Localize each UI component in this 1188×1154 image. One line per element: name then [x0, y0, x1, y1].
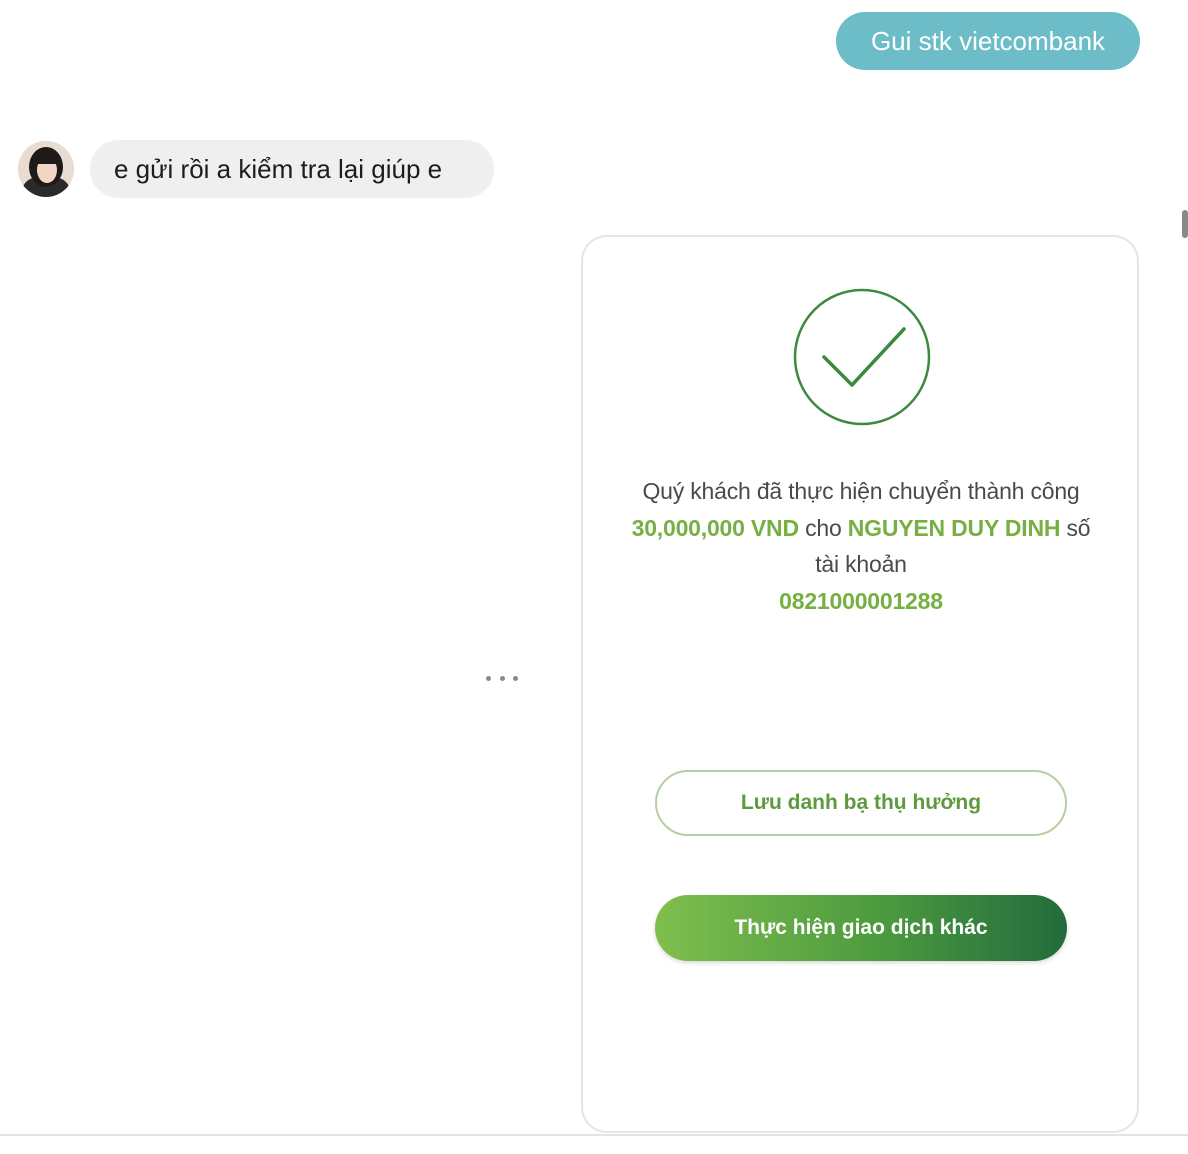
divider — [0, 1134, 1188, 1136]
sent-message-bubble[interactable]: Gui stk vietcombank — [836, 12, 1140, 70]
avatar-image — [18, 141, 74, 197]
save-contact-button: Lưu danh bạ thụ hưởng — [655, 770, 1067, 836]
dot — [499, 675, 505, 681]
transfer-success-message: Quý khách đã thực hiện chuyển thành công… — [623, 473, 1099, 619]
new-transaction-button: Thực hiện giao dịch khác — [655, 895, 1067, 961]
check-circle-icon — [793, 288, 931, 426]
transfer-screenshot-image[interactable]: Quý khách đã thực hiện chuyển thành công… — [581, 235, 1139, 1133]
recipient-name: NGUYEN DUY DINH — [847, 514, 1061, 541]
sender-avatar[interactable] — [18, 141, 74, 197]
message-text: cho — [798, 514, 848, 541]
scrollbar-thumb[interactable] — [1182, 210, 1188, 238]
received-message-bubble[interactable]: e gửi rồi a kiểm tra lại giúp e — [90, 140, 494, 198]
message-text: Quý khách đã thực hiện chuyển thành công — [642, 478, 1080, 504]
account-number: 0821000001288 — [779, 587, 943, 614]
transfer-amount: 30,000,000 VND — [631, 514, 799, 541]
more-options-icon[interactable] — [486, 668, 518, 688]
dot — [486, 675, 491, 681]
dot — [513, 675, 518, 681]
